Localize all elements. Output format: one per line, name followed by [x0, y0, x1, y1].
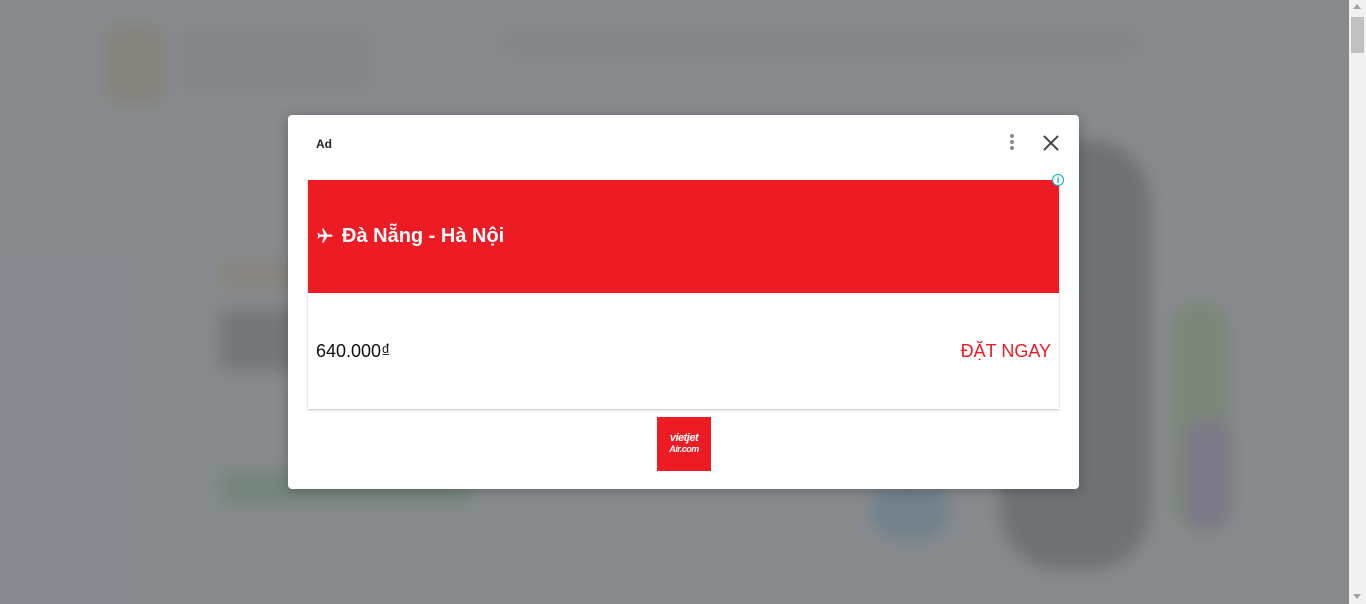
route-title: Đà Nẵng - Hà Nội	[342, 225, 505, 247]
close-icon[interactable]	[1040, 132, 1062, 154]
vietjet-logo[interactable]: vietjet Air.com	[657, 417, 711, 471]
more-vert-icon[interactable]	[1004, 132, 1020, 154]
ad-dialog: Ad Đà Nẵng - Hà Nội 640.000₫ ĐẶT NGAY i …	[288, 115, 1079, 489]
adchoices-info-icon[interactable]: i	[1052, 174, 1064, 186]
book-now-button[interactable]: ĐẶT NGAY	[961, 341, 1051, 362]
logo-line-2: Air.com	[669, 444, 699, 454]
fare-price: 640.000₫	[316, 341, 391, 361]
ad-label: Ad	[316, 137, 332, 151]
ad-card[interactable]: Đà Nẵng - Hà Nội 640.000₫ ĐẶT NGAY	[308, 180, 1059, 409]
scroll-up-arrow-icon[interactable]	[1353, 4, 1361, 9]
scroll-down-arrow-icon[interactable]	[1353, 594, 1361, 599]
ad-banner[interactable]: Đà Nẵng - Hà Nội	[308, 180, 1059, 293]
page-scrollbar[interactable]	[1349, 0, 1366, 604]
airplane-icon	[317, 228, 333, 243]
logo-line-1: vietjet	[669, 432, 699, 444]
scrollbar-thumb[interactable]	[1351, 17, 1364, 53]
